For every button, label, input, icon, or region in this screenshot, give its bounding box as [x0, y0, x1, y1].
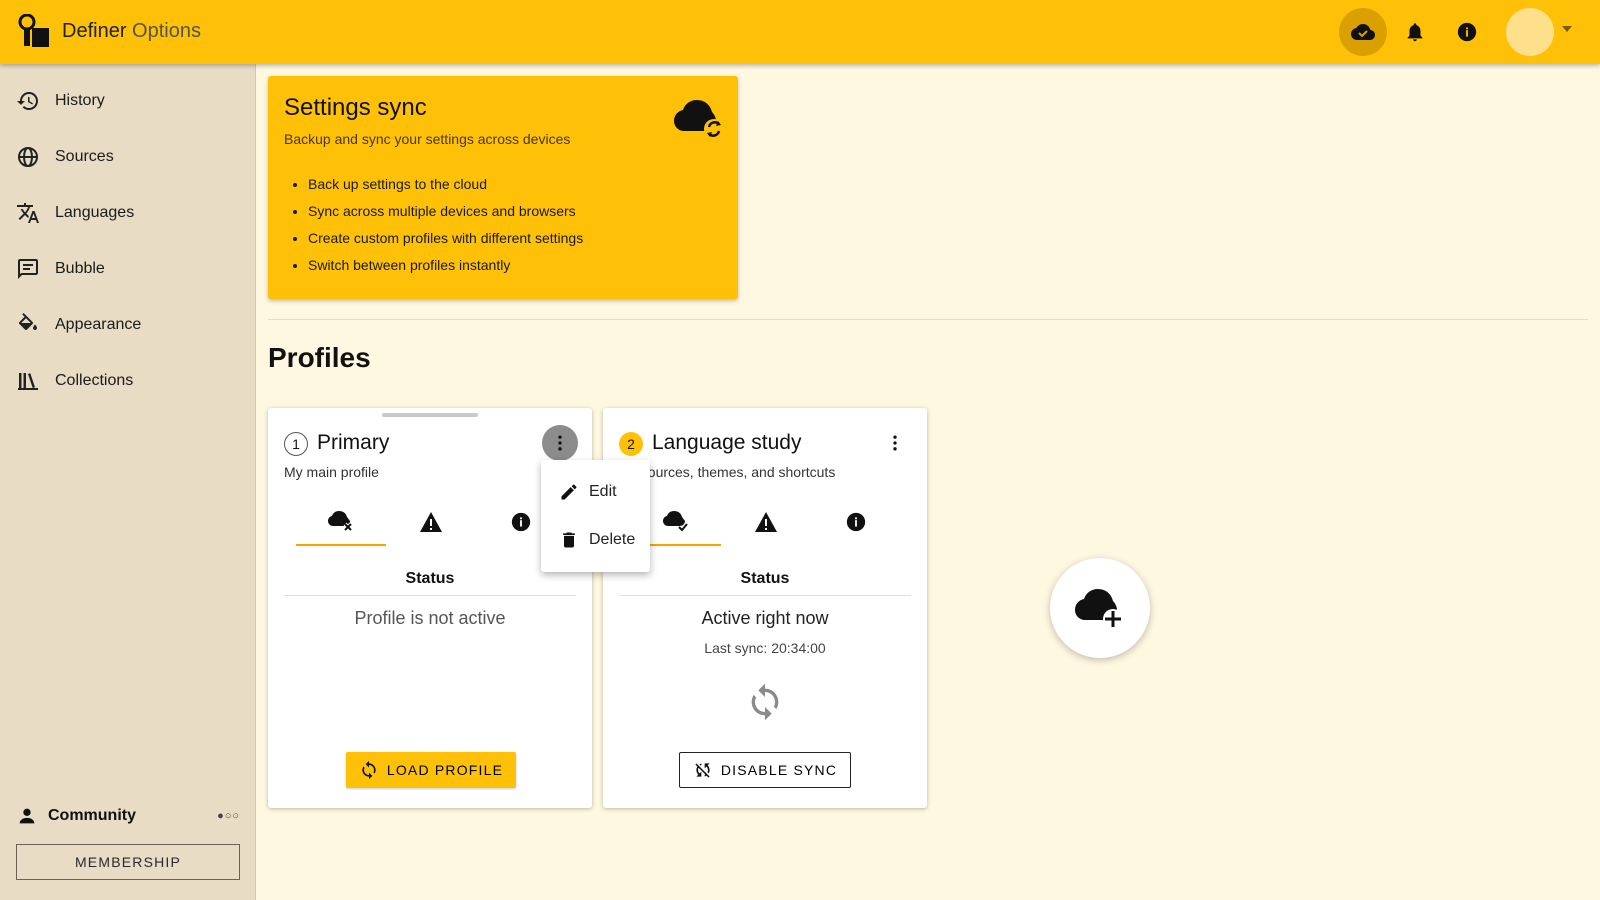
sync-icon: [362, 760, 376, 780]
info-icon: [511, 512, 531, 532]
load-profile-button[interactable]: LOAD PROFILE: [346, 752, 516, 788]
profile-menu-button[interactable]: [542, 425, 578, 461]
person-icon: [19, 808, 35, 824]
top-app-bar: Definer Options: [0, 0, 1600, 64]
info-icon: [846, 512, 866, 532]
info-button[interactable]: [1443, 8, 1491, 56]
message-icon: [18, 259, 38, 279]
more-vertical-icon: [558, 435, 562, 451]
profile-name: Language study: [652, 431, 802, 454]
list-item: Switch between profiles instantly: [308, 255, 583, 282]
profile-description: ish sources, themes, and shortcuts: [619, 464, 836, 480]
app-logo-icon: [18, 14, 49, 47]
more-vertical-icon: [893, 435, 897, 451]
divider: [268, 319, 1588, 320]
drag-handle[interactable]: [382, 413, 478, 417]
cloud-done-icon: [663, 511, 689, 532]
status-text: Active right now: [701, 608, 829, 628]
membership-button[interactable]: MEMBERSHIP: [16, 844, 240, 880]
menu-item-delete[interactable]: Delete: [541, 518, 650, 562]
paint-bucket-icon: [18, 313, 37, 330]
app-title: Definer Options: [62, 20, 201, 43]
sidebar-item-bubble[interactable]: Bubble: [0, 241, 256, 297]
profile-tabs: [619, 498, 913, 548]
profile-description: My main profile: [284, 464, 379, 480]
profiles-heading: Profiles: [268, 342, 371, 373]
sidebar-item-languages[interactable]: Languages: [0, 185, 256, 241]
sidebar-item-label: Languages: [55, 204, 135, 221]
sidebar-item-label: Collections: [55, 372, 134, 389]
add-profile-button[interactable]: [1050, 558, 1150, 658]
load-profile-label: LOAD PROFILE: [386, 762, 504, 778]
warning-icon: [420, 512, 442, 532]
info-icon: [1457, 22, 1477, 42]
app-name: Definer: [62, 20, 127, 42]
sidebar: History Sources Languages Bubble Appeara…: [0, 64, 256, 900]
profile-card-language-study: 2 Language study ish sources, themes, an…: [603, 408, 927, 808]
menu-item-label: Delete: [589, 531, 636, 548]
sidebar-item-appearance[interactable]: Appearance: [0, 297, 256, 353]
syncing-icon: [751, 683, 779, 721]
avatar[interactable]: [1506, 8, 1554, 56]
cloud-done-icon: [1351, 24, 1375, 40]
trash-icon: [563, 532, 575, 548]
cloud-sync-icon: [674, 100, 724, 139]
sidebar-item-label: Appearance: [55, 316, 142, 333]
caret-down-icon[interactable]: [1562, 26, 1572, 32]
profile-context-menu: Edit Delete: [541, 460, 650, 572]
translate-icon: [17, 203, 39, 223]
menu-item-label: Edit: [589, 483, 617, 500]
profile-number-badge: 1: [284, 432, 308, 456]
profile-name: Primary: [317, 431, 390, 454]
tab-warnings[interactable]: [386, 498, 476, 546]
sidebar-item-label: History: [55, 92, 105, 109]
cloud-off-icon: [328, 511, 353, 532]
sidebar-item-label: Sources: [55, 148, 114, 165]
tab-warnings[interactable]: [721, 498, 811, 546]
library-icon: [18, 373, 38, 390]
history-icon: [17, 92, 38, 111]
cloud-sync-button[interactable]: [1339, 8, 1387, 56]
cloud-add-icon: [1075, 589, 1123, 629]
settings-sync-card: Settings sync Backup and sync your setti…: [268, 76, 738, 299]
warning-icon: [755, 512, 777, 532]
sidebar-item-label: Bubble: [55, 260, 105, 277]
disable-sync-label: DISABLE SYNC: [720, 762, 838, 778]
menu-item-edit[interactable]: Edit: [541, 470, 650, 514]
list-item: Sync across multiple devices and browser…: [308, 201, 583, 228]
settings-sync-feature-list: Back up settings to the cloud Sync acros…: [308, 174, 583, 282]
profile-tabs: [284, 498, 578, 548]
disable-sync-button[interactable]: DISABLE SYNC: [679, 752, 851, 788]
last-sync-time: Last sync: 20:34:00: [704, 640, 826, 656]
settings-sync-title: Settings sync: [284, 94, 427, 121]
sidebar-item-sources[interactable]: Sources: [0, 129, 256, 185]
globe-icon: [18, 147, 38, 167]
community-status-dots: ●○○: [217, 810, 240, 822]
list-item: Back up settings to the cloud: [308, 174, 583, 201]
tab-sync-status[interactable]: [296, 498, 386, 546]
community-label: Community: [48, 807, 136, 824]
notifications-button[interactable]: [1391, 8, 1439, 56]
status-heading: Status: [284, 570, 576, 596]
list-item: Create custom profiles with different se…: [308, 228, 583, 255]
tab-info[interactable]: [811, 498, 901, 546]
sidebar-item-history[interactable]: History: [0, 73, 256, 129]
sidebar-item-collections[interactable]: Collections: [0, 353, 256, 409]
bell-icon: [1407, 23, 1423, 42]
profile-number-badge: 2: [619, 432, 643, 456]
settings-sync-subtitle: Backup and sync your settings across dev…: [284, 131, 571, 147]
status-heading: Status: [619, 570, 911, 596]
pencil-icon: [561, 484, 577, 500]
sync-disabled-icon: [695, 763, 710, 778]
app-section: Options: [132, 20, 201, 42]
status-text: Profile is not active: [354, 608, 506, 628]
profile-menu-button[interactable]: [877, 425, 913, 461]
community-link[interactable]: Community ●○○: [16, 802, 240, 830]
